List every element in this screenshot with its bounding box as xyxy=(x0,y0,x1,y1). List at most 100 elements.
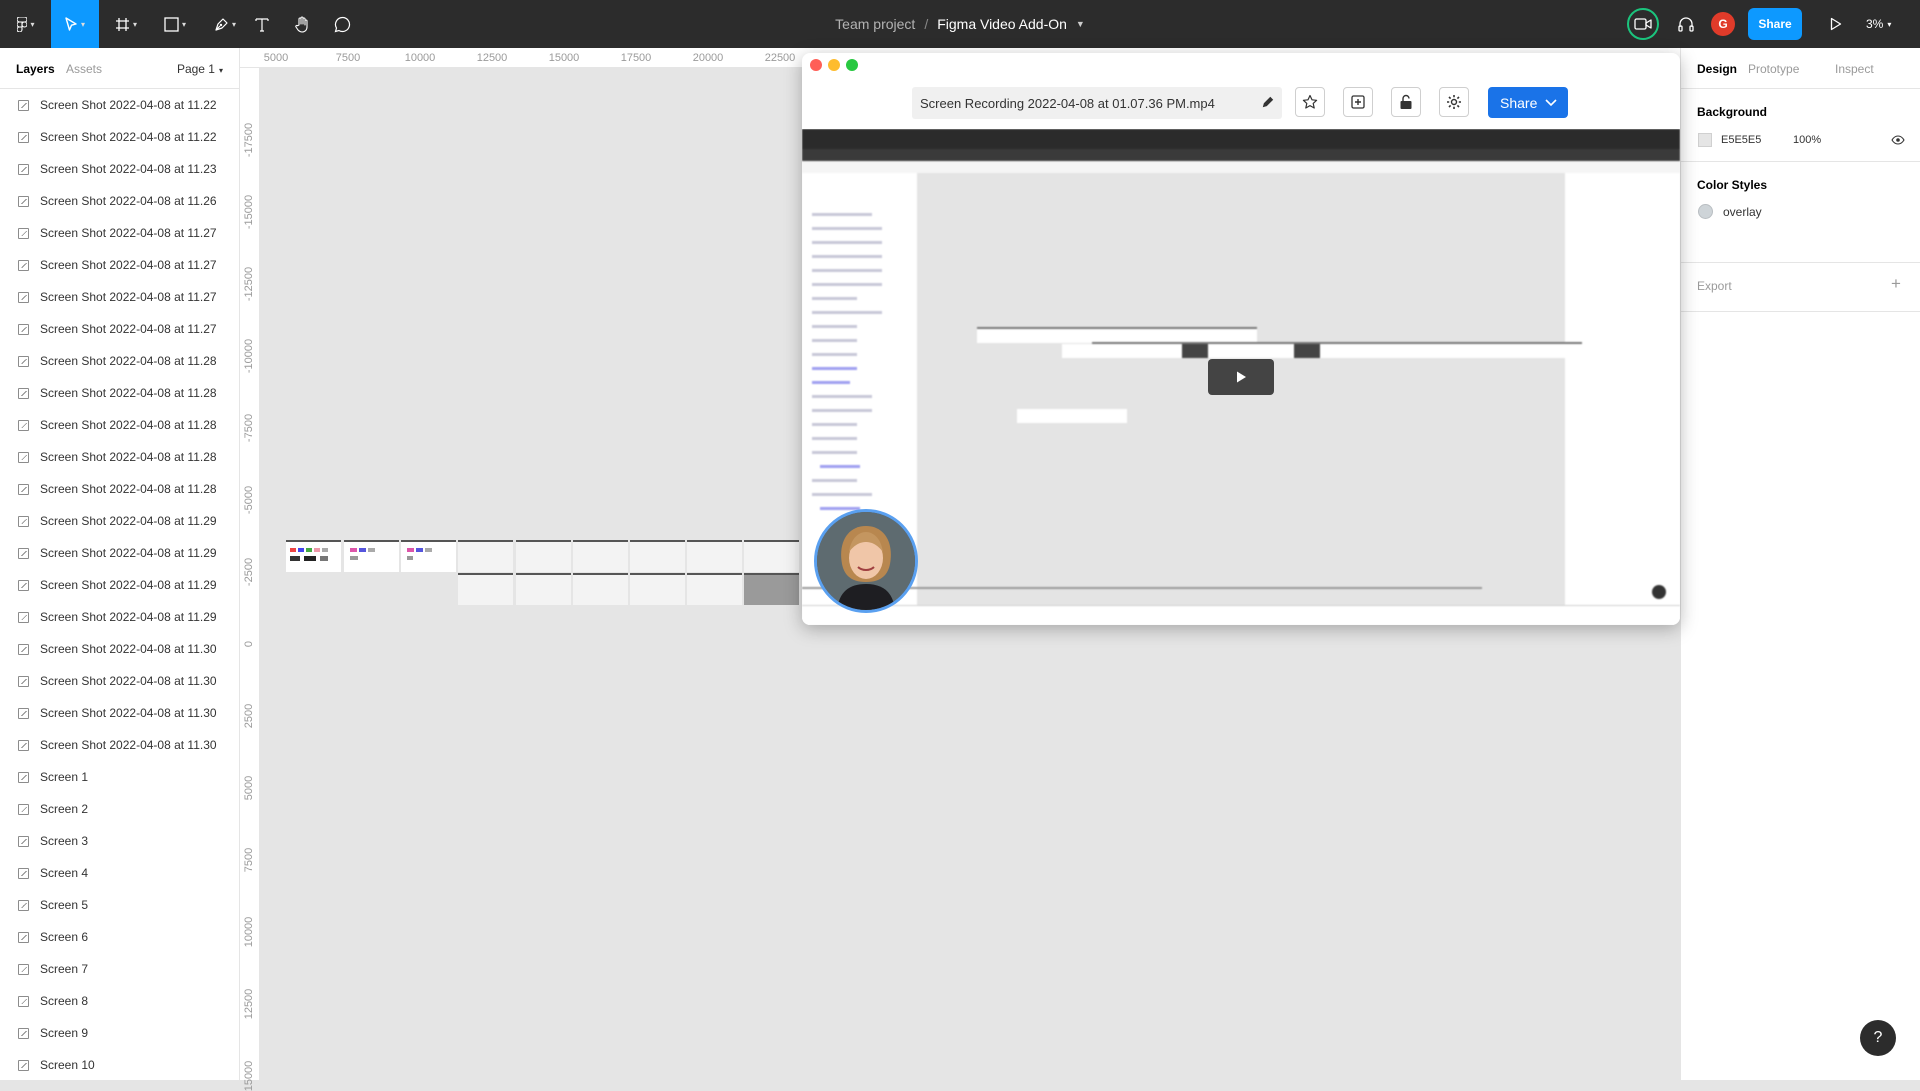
main-menu-button[interactable]: ▾ xyxy=(8,0,44,48)
window-minimize-button[interactable] xyxy=(828,59,840,71)
pen-tool-button[interactable]: ▾ xyxy=(205,0,245,48)
canvas-frame-thumbnail[interactable] xyxy=(630,540,685,572)
layer-item[interactable]: Screen Shot 2022-04-08 at 11.29 xyxy=(0,537,239,569)
chevron-down-icon[interactable]: ▼ xyxy=(1076,19,1085,29)
canvas-frame-thumbnail[interactable] xyxy=(573,573,628,605)
canvas-frame-thumbnail[interactable] xyxy=(516,573,571,605)
layer-label: Screen 9 xyxy=(40,1026,89,1040)
zoom-menu[interactable]: 3% ▾ xyxy=(1866,0,1891,48)
layer-item[interactable]: Screen Shot 2022-04-08 at 11.22 xyxy=(0,121,239,153)
comment-tool-button[interactable] xyxy=(330,0,354,48)
video-title-field[interactable]: Screen Recording 2022-04-08 at 01.07.36 … xyxy=(912,87,1282,119)
layer-item[interactable]: Screen Shot 2022-04-08 at 11.26 xyxy=(0,185,239,217)
user-avatar[interactable]: G xyxy=(1711,12,1735,36)
present-button[interactable] xyxy=(1822,10,1850,38)
layer-item[interactable]: Screen Shot 2022-04-08 at 11.27 xyxy=(0,281,239,313)
page-selector-label: Page 1 xyxy=(176,62,215,76)
canvas-frame-thumbnail[interactable] xyxy=(744,573,799,605)
add-to-button[interactable] xyxy=(1343,87,1373,117)
eye-icon[interactable] xyxy=(1891,134,1905,148)
privacy-button[interactable] xyxy=(1391,87,1421,117)
layer-item[interactable]: Screen 5 xyxy=(0,889,239,921)
pencil-icon[interactable] xyxy=(1262,96,1274,111)
layer-item[interactable]: Screen 2 xyxy=(0,793,239,825)
layer-item[interactable]: Screen Shot 2022-04-08 at 11.28 xyxy=(0,409,239,441)
text-tool-button[interactable] xyxy=(252,0,272,48)
layer-item[interactable]: Screen 4 xyxy=(0,857,239,889)
move-tool-button[interactable]: ▾ xyxy=(51,0,99,48)
layer-item[interactable]: Screen 3 xyxy=(0,825,239,857)
background-hex-input[interactable]: E5E5E5 xyxy=(1721,134,1761,146)
project-name-link[interactable]: Team project xyxy=(835,16,915,32)
layer-item[interactable]: Screen Shot 2022-04-08 at 11.30 xyxy=(0,665,239,697)
plus-icon[interactable]: + xyxy=(1891,274,1901,294)
play-video-button[interactable] xyxy=(1208,359,1274,395)
layer-item[interactable]: Screen 1 xyxy=(0,761,239,793)
audio-button[interactable] xyxy=(1672,10,1700,38)
canvas-frame-thumbnail[interactable] xyxy=(401,540,456,572)
layer-item[interactable]: Screen Shot 2022-04-08 at 11.23 xyxy=(0,153,239,185)
headphones-icon xyxy=(1678,17,1694,32)
color-style-swatch[interactable] xyxy=(1698,204,1713,219)
window-maximize-button[interactable] xyxy=(846,59,858,71)
canvas-frame-thumbnail[interactable] xyxy=(344,540,399,572)
canvas-frame-thumbnail[interactable] xyxy=(286,540,341,572)
video-share-button[interactable]: Share xyxy=(1488,87,1568,118)
layer-item[interactable]: Screen Shot 2022-04-08 at 11.27 xyxy=(0,313,239,345)
canvas-frame-thumbnail[interactable] xyxy=(744,540,799,572)
layer-item[interactable]: Screen 8 xyxy=(0,985,239,1017)
layer-item[interactable]: Screen Shot 2022-04-08 at 11.30 xyxy=(0,697,239,729)
tab-layers[interactable]: Layers xyxy=(16,62,55,76)
layer-item[interactable]: Screen Shot 2022-04-08 at 11.28 xyxy=(0,441,239,473)
file-name[interactable]: Figma Video Add-On xyxy=(937,16,1067,32)
canvas-frame-thumbnail[interactable] xyxy=(516,540,571,572)
page-selector[interactable]: Page 1 ▾ xyxy=(177,62,223,76)
layer-item[interactable]: Screen 10 xyxy=(0,1049,239,1080)
layer-item[interactable]: Screen Shot 2022-04-08 at 11.29 xyxy=(0,601,239,633)
layer-item[interactable]: Screen Shot 2022-04-08 at 11.28 xyxy=(0,473,239,505)
layer-item[interactable]: Screen Shot 2022-04-08 at 11.28 xyxy=(0,345,239,377)
ruler-tick-label: 7500 xyxy=(335,52,361,64)
canvas-frame-thumbnail[interactable] xyxy=(573,540,628,572)
layer-item[interactable]: Screen 7 xyxy=(0,953,239,985)
layer-item[interactable]: Screen Shot 2022-04-08 at 11.27 xyxy=(0,249,239,281)
image-layer-icon xyxy=(18,995,29,1007)
video-record-button[interactable] xyxy=(1627,8,1659,40)
help-button[interactable]: ? xyxy=(1860,1020,1896,1056)
color-style-name[interactable]: overlay xyxy=(1723,205,1762,219)
video-frame[interactable] xyxy=(802,129,1680,625)
layer-item[interactable]: Screen Shot 2022-04-08 at 11.29 xyxy=(0,505,239,537)
layer-item[interactable]: Screen Shot 2022-04-08 at 11.30 xyxy=(0,729,239,761)
layer-item[interactable]: Screen Shot 2022-04-08 at 11.22 xyxy=(0,89,239,121)
hand-tool-button[interactable] xyxy=(290,0,314,48)
canvas-frame-thumbnail[interactable] xyxy=(687,540,742,572)
canvas-frame-thumbnail[interactable] xyxy=(630,573,685,605)
tab-inspect[interactable]: Inspect xyxy=(1835,62,1874,76)
canvas-frame-thumbnail[interactable] xyxy=(458,573,513,605)
settings-button[interactable] xyxy=(1439,87,1469,117)
canvas-frame-thumbnail[interactable] xyxy=(687,573,742,605)
frame-tool-button[interactable]: ▾ xyxy=(106,0,146,48)
background-opacity-input[interactable]: 100% xyxy=(1793,134,1821,146)
background-heading: Background xyxy=(1697,105,1768,119)
image-layer-icon xyxy=(18,1059,29,1071)
layer-item[interactable]: Screen Shot 2022-04-08 at 11.29 xyxy=(0,569,239,601)
layer-label: Screen Shot 2022-04-08 at 11.26 xyxy=(40,194,217,208)
canvas-frame-thumbnail[interactable] xyxy=(458,540,513,572)
breadcrumb-separator: / xyxy=(924,16,929,32)
layer-item[interactable]: Screen 6 xyxy=(0,921,239,953)
favorite-button[interactable] xyxy=(1295,87,1325,117)
layer-label: Screen 6 xyxy=(40,930,89,944)
layer-item[interactable]: Screen Shot 2022-04-08 at 11.27 xyxy=(0,217,239,249)
window-close-button[interactable] xyxy=(810,59,822,71)
tab-assets[interactable]: Assets xyxy=(66,62,102,76)
layer-item[interactable]: Screen 9 xyxy=(0,1017,239,1049)
background-color-swatch[interactable] xyxy=(1698,133,1712,147)
tab-design[interactable]: Design xyxy=(1697,62,1737,76)
share-button[interactable]: Share xyxy=(1748,8,1802,40)
tab-prototype[interactable]: Prototype xyxy=(1748,62,1799,76)
layer-item[interactable]: Screen Shot 2022-04-08 at 11.30 xyxy=(0,633,239,665)
shape-tool-button[interactable]: ▾ xyxy=(155,0,195,48)
layer-label: Screen Shot 2022-04-08 at 11.27 xyxy=(40,258,217,272)
layer-item[interactable]: Screen Shot 2022-04-08 at 11.28 xyxy=(0,377,239,409)
